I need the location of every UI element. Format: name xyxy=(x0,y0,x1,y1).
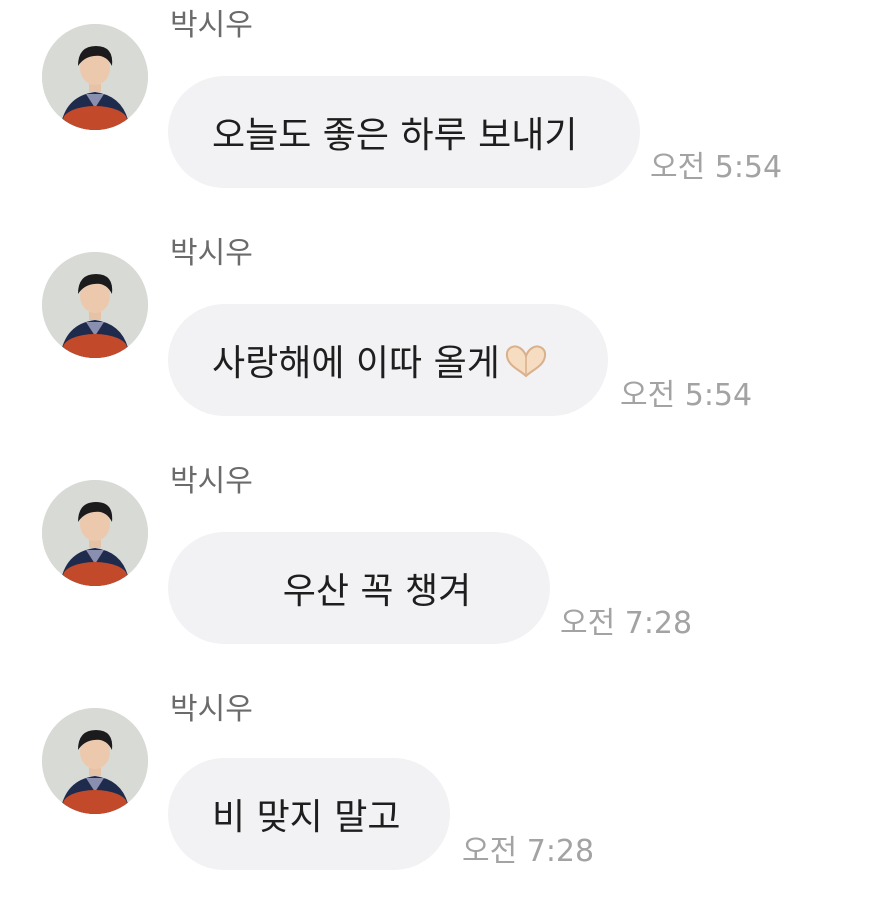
avatar[interactable] xyxy=(42,24,148,130)
profile-photo-icon xyxy=(42,708,148,814)
avatar[interactable] xyxy=(42,252,148,358)
heart-hands-icon xyxy=(502,340,550,380)
sender-name: 박시우 xyxy=(170,464,253,499)
message-row: 박시우 사랑해에 이따 올게 오전 5:54 xyxy=(0,236,875,442)
chat-thread: 박시우 오늘도 좋은 하루 보내기 오전 5:54 박시우 사랑해에 이따 올게 xyxy=(0,0,875,897)
message-row: 박시우 우산 꼭 챙겨 오전 7:28 xyxy=(0,464,875,670)
message-time: 오전 7:28 xyxy=(560,606,693,641)
sender-name: 박시우 xyxy=(170,692,253,727)
message-time: 오전 5:54 xyxy=(620,378,753,413)
sender-name: 박시우 xyxy=(170,8,253,43)
message-time: 오전 7:28 xyxy=(462,834,595,869)
message-text: 우산 꼭 챙겨 xyxy=(282,571,472,612)
message-bubble[interactable]: 비 맞지 말고 xyxy=(168,758,450,870)
profile-photo-icon xyxy=(42,252,148,358)
message-bubble[interactable]: 오늘도 좋은 하루 보내기 xyxy=(168,76,640,188)
message-bubble[interactable]: 우산 꼭 챙겨 xyxy=(168,532,550,644)
message-row: 박시우 오늘도 좋은 하루 보내기 오전 5:54 xyxy=(0,8,875,214)
message-time: 오전 5:54 xyxy=(650,150,783,185)
avatar[interactable] xyxy=(42,480,148,586)
profile-photo-icon xyxy=(42,480,148,586)
message-bubble[interactable]: 사랑해에 이따 올게 xyxy=(168,304,608,416)
message-row: 박시우 비 맞지 말고 오전 7:28 xyxy=(0,692,875,897)
profile-photo-icon xyxy=(42,24,148,130)
message-text: 오늘도 좋은 하루 보내기 xyxy=(212,115,578,156)
message-text: 비 맞지 말고 xyxy=(212,797,401,838)
sender-name: 박시우 xyxy=(170,236,253,271)
message-text: 사랑해에 이따 올게 xyxy=(212,343,500,384)
avatar[interactable] xyxy=(42,708,148,814)
